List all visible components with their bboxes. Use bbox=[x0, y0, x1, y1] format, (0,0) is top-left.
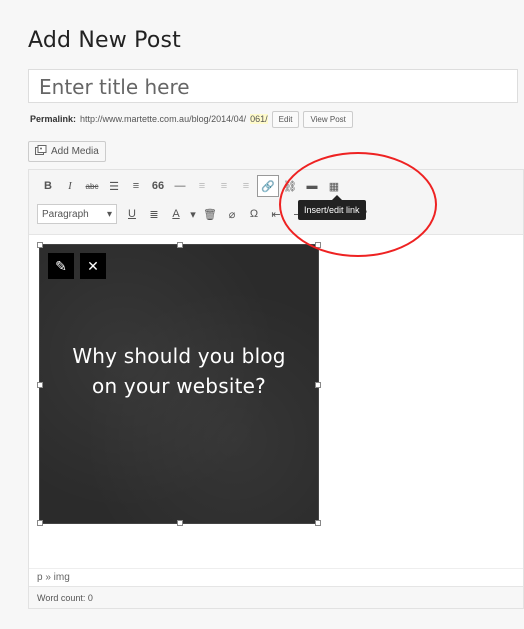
post-editor: B I abc ☰ ≡ 66 — ≡ ≡ ≡ 🔗 ⛓ ▬ ▦ Paragraph… bbox=[28, 169, 524, 609]
align-right-icon[interactable]: ≡ bbox=[235, 175, 257, 197]
page-title: Add New Post bbox=[28, 28, 181, 53]
post-image[interactable]: Why should you blog on your website? ✎ ✕ bbox=[37, 242, 321, 526]
resize-handle-ne[interactable] bbox=[315, 242, 321, 248]
resize-handle-w[interactable] bbox=[37, 382, 43, 388]
read-more-icon[interactable]: ▬ bbox=[301, 175, 323, 197]
post-editor-page: Add New Post Enter title here Permalink:… bbox=[0, 0, 524, 629]
align-center-icon[interactable]: ≡ bbox=[213, 175, 235, 197]
bullet-list-icon[interactable]: ☰ bbox=[103, 175, 125, 197]
toolbar-toggle-icon[interactable]: ▦ bbox=[323, 175, 345, 197]
permalink-slug[interactable]: 061/ bbox=[250, 114, 268, 124]
toolbar-row-1: B I abc ☰ ≡ 66 — ≡ ≡ ≡ 🔗 ⛓ ▬ ▦ bbox=[37, 174, 345, 198]
link-tooltip: Insert/edit link bbox=[298, 195, 366, 220]
numbered-list-icon[interactable]: ≡ bbox=[125, 175, 147, 197]
blockquote-icon[interactable]: 66 bbox=[147, 175, 169, 197]
underline-icon[interactable]: U bbox=[121, 203, 143, 225]
resize-handle-e[interactable] bbox=[315, 382, 321, 388]
title-input[interactable]: Enter title here bbox=[28, 69, 518, 103]
align-left-icon[interactable]: ≡ bbox=[191, 175, 213, 197]
horizontal-rule-icon[interactable]: — bbox=[169, 175, 191, 197]
permalink-url[interactable]: http://www.martette.com.au/blog/2014/04/ bbox=[80, 114, 246, 124]
media-icon bbox=[35, 144, 47, 159]
image-caption-text: Why should you blog on your website? bbox=[40, 341, 318, 401]
justify-icon[interactable]: ≣ bbox=[143, 203, 165, 225]
resize-handle-sw[interactable] bbox=[37, 520, 43, 526]
italic-icon[interactable]: I bbox=[59, 175, 81, 197]
close-icon[interactable]: ✕ bbox=[80, 253, 106, 279]
image-text-line-1: Why should you blog bbox=[72, 344, 286, 368]
link-icon[interactable]: 🔗 bbox=[257, 175, 279, 197]
resize-handle-s[interactable] bbox=[177, 520, 183, 526]
resize-handle-nw[interactable] bbox=[37, 242, 43, 248]
paste-text-icon[interactable]: 🗑 bbox=[199, 203, 221, 225]
format-select-value: Paragraph bbox=[42, 208, 89, 220]
text-color-dropdown-icon[interactable]: ▾ bbox=[187, 203, 199, 225]
image-text-line-2: on your website? bbox=[92, 374, 266, 398]
permalink-label: Permalink: bbox=[30, 114, 77, 124]
word-count: Word count: 0 bbox=[29, 586, 523, 608]
chevron-down-icon: ▾ bbox=[106, 208, 112, 220]
view-post-button[interactable]: View Post bbox=[303, 110, 353, 128]
permalink-row: Permalink: http://www.martette.com.au/bl… bbox=[30, 109, 353, 129]
bold-icon[interactable]: B bbox=[37, 175, 59, 197]
text-color-icon[interactable]: A bbox=[165, 203, 187, 225]
add-media-button[interactable]: Add Media bbox=[28, 141, 106, 162]
permalink-edit-button[interactable]: Edit bbox=[271, 110, 300, 128]
editor-content[interactable]: Why should you blog on your website? ✎ ✕ bbox=[29, 234, 523, 568]
special-character-icon[interactable]: Ω bbox=[243, 203, 265, 225]
resize-handle-n[interactable] bbox=[177, 242, 183, 248]
editor-toolbar: B I abc ☰ ≡ 66 — ≡ ≡ ≡ 🔗 ⛓ ▬ ▦ Paragraph… bbox=[29, 170, 523, 235]
element-path: p » img bbox=[29, 568, 523, 586]
strikethrough-icon[interactable]: abc bbox=[81, 175, 103, 197]
resize-handle-se[interactable] bbox=[315, 520, 321, 526]
outdent-icon[interactable]: ⇤ bbox=[265, 203, 287, 225]
clear-formatting-icon[interactable]: ⌀ bbox=[221, 203, 243, 225]
format-select[interactable]: Paragraph ▾ bbox=[37, 204, 117, 224]
unlink-icon[interactable]: ⛓ bbox=[279, 175, 301, 197]
add-media-label: Add Media bbox=[51, 146, 99, 157]
pencil-icon[interactable]: ✎ bbox=[48, 253, 74, 279]
